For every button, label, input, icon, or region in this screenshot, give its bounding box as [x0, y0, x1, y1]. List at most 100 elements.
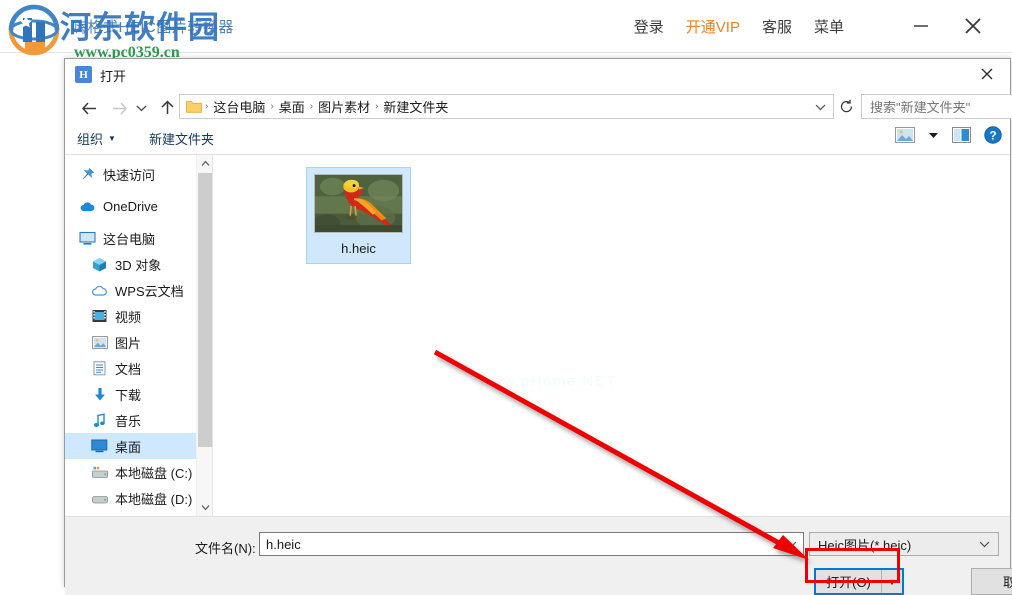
search-input[interactable]: 搜索"新建文件夹" — [861, 94, 1012, 119]
sidebar-item-label: 音乐 — [115, 413, 142, 429]
dialog-navigation-row: › 这台电脑 › 桌面 › 图片素材 › 新建文件夹 搜索"新建文件夹" — [65, 91, 1012, 124]
open-button-label[interactable]: 打开(O) — [816, 570, 881, 593]
file-list-view[interactable]: h.heic www.pHome.NET — [217, 155, 1010, 516]
folder-icon — [186, 101, 202, 113]
sidebar-item-documents[interactable]: 文档 — [65, 355, 212, 381]
filename-value: h.heic — [266, 536, 301, 552]
close-icon[interactable] — [958, 11, 988, 41]
forward-arrow-icon[interactable] — [107, 96, 131, 120]
sidebar-item-desktop[interactable]: 桌面 — [65, 433, 212, 459]
chevron-down-icon[interactable] — [979, 535, 990, 553]
file-type-dropdown[interactable]: Heic图片(*.heic) — [809, 532, 999, 556]
sidebar-item-label: 视频 — [115, 309, 142, 325]
menu-link[interactable]: 菜单 — [814, 16, 844, 37]
svg-text:?: ? — [989, 130, 996, 142]
music-icon — [91, 412, 108, 429]
dialog-toolbar: 组织 ▼ 新建文件夹 ? — [65, 124, 1010, 155]
downloads-icon — [91, 386, 108, 403]
wps-cloud-icon — [91, 282, 108, 299]
screen: 嗨格式HEIC图片转换器 河东软件园 www.pc0359.cn 登录 开通VI… — [0, 0, 1012, 595]
sidebar-scrollbar[interactable] — [196, 155, 213, 516]
refresh-icon[interactable] — [835, 95, 857, 118]
chevron-down-icon[interactable] — [197, 499, 213, 516]
chevron-down-icon[interactable] — [786, 535, 797, 553]
filename-label: 文件名(N): — [195, 541, 256, 556]
sidebar-item-onedrive[interactable]: OneDrive — [65, 193, 212, 219]
videos-icon — [91, 308, 108, 325]
preview-pane-icon[interactable] — [952, 127, 971, 143]
breadcrumb-item-this-pc[interactable]: 这台电脑 — [209, 95, 269, 118]
site-watermark-brand: 河东软件园 — [60, 10, 220, 45]
dialog-body: 快速访问 OneDrive 这台电脑 3D 对象 WPS云文档 视频 图片 文档… — [65, 155, 1010, 516]
sidebar-item-pictures[interactable]: 图片 — [65, 329, 212, 355]
dialog-app-icon: H — [75, 66, 92, 83]
search-placeholder: 搜索"新建文件夹" — [870, 100, 971, 115]
sidebar-item-label: 3D 对象 — [115, 257, 162, 273]
computer-icon — [79, 230, 96, 247]
chevron-down-icon[interactable] — [815, 98, 826, 116]
dialog-title: 打开 — [100, 69, 127, 84]
scrollbar-thumb[interactable] — [198, 173, 212, 447]
sidebar-item-local-disk-c[interactable]: 本地磁盘 (C:) — [65, 459, 212, 485]
app-topbar: 嗨格式HEIC图片转换器 河东软件园 www.pc0359.cn 登录 开通VI… — [0, 0, 1012, 61]
view-layout-icon[interactable] — [895, 127, 915, 143]
file-name-label: h.heic — [341, 241, 376, 256]
sidebar-item-this-pc[interactable]: 这台电脑 — [65, 225, 212, 251]
chevron-down-icon: ▼ — [108, 134, 116, 143]
sidebar-item-music[interactable]: 音乐 — [65, 407, 212, 433]
pin-icon — [79, 166, 96, 183]
app-top-nav: 登录 开通VIP 客服 菜单 — [634, 0, 988, 52]
app-logo-icon — [8, 4, 60, 56]
chevron-down-icon[interactable] — [928, 131, 939, 139]
cloud-icon — [79, 198, 96, 215]
open-button[interactable]: 打开(O) ▼ — [814, 568, 904, 595]
filename-input[interactable]: h.heic — [259, 532, 804, 556]
file-type-value: Heic图片(*.heic) — [818, 537, 912, 553]
sidebar-item-label: 图片 — [115, 335, 142, 351]
open-file-dialog: H 打开 › 这台电脑 › 桌面 › 图片素材 › 新建文件夹 搜索"新建文件夹… — [64, 58, 1012, 595]
sidebar-item-videos[interactable]: 视频 — [65, 303, 212, 329]
open-split-arrow-icon[interactable]: ▼ — [881, 570, 902, 593]
sidebar-item-downloads[interactable]: 下载 — [65, 381, 212, 407]
back-arrow-icon[interactable] — [77, 96, 101, 120]
dialog-titlebar[interactable]: H 打开 — [65, 59, 1010, 91]
sidebar-item-label: 下载 — [115, 387, 142, 403]
system-drive-icon — [91, 464, 108, 481]
organize-label: 组织 — [77, 132, 104, 147]
breadcrumb-item-new-folder[interactable]: 新建文件夹 — [379, 95, 452, 118]
help-icon[interactable]: ? — [984, 126, 1002, 144]
file-thumbnail — [314, 174, 403, 233]
organize-button[interactable]: 组织 ▼ — [77, 129, 116, 148]
up-arrow-icon[interactable] — [155, 96, 179, 120]
sidebar-item-label: WPS云文档 — [115, 283, 184, 299]
recent-locations-icon[interactable] — [133, 96, 149, 120]
desktop-icon — [91, 438, 108, 455]
sidebar-item-3d-objects[interactable]: 3D 对象 — [65, 251, 212, 277]
address-bar[interactable]: › 这台电脑 › 桌面 › 图片素材 › 新建文件夹 — [179, 94, 834, 119]
sidebar-item-label: 桌面 — [115, 439, 142, 455]
sidebar-item-quick-access[interactable]: 快速访问 — [65, 161, 212, 187]
new-folder-button[interactable]: 新建文件夹 — [149, 129, 214, 148]
breadcrumb-item-desktop[interactable]: 桌面 — [275, 95, 309, 118]
sidebar-item-local-disk-d[interactable]: 本地磁盘 (D:) — [65, 485, 212, 511]
customer-service-link[interactable]: 客服 — [762, 16, 792, 37]
file-item-h-heic[interactable]: h.heic — [306, 167, 411, 264]
drive-icon — [91, 490, 108, 507]
login-link[interactable]: 登录 — [634, 16, 664, 37]
sidebar-item-label: 本地磁盘 (D:) — [115, 491, 193, 507]
open-vip-link[interactable]: 开通VIP — [686, 16, 740, 37]
minimize-icon[interactable] — [906, 11, 936, 41]
sidebar-item-wps-cloud[interactable]: WPS云文档 — [65, 277, 212, 303]
sidebar-item-label: OneDrive — [103, 198, 158, 214]
cancel-button[interactable]: 取消 — [971, 568, 1012, 595]
navigation-sidebar: 快速访问 OneDrive 这台电脑 3D 对象 WPS云文档 视频 图片 文档… — [65, 155, 212, 516]
documents-icon — [91, 360, 108, 377]
chevron-up-icon[interactable] — [197, 155, 213, 172]
sidebar-item-label: 文档 — [115, 361, 142, 377]
golden-pheasant-photo — [315, 175, 402, 232]
breadcrumb-item-picture-material[interactable]: 图片素材 — [314, 95, 374, 118]
dialog-close-icon[interactable] — [964, 59, 1010, 89]
dialog-footer: 文件名(N): h.heic Heic图片(*.heic) 打开(O) ▼ 取消… — [65, 516, 1012, 595]
pictures-icon — [91, 334, 108, 351]
toolbar-right-group: ? — [895, 126, 1002, 144]
